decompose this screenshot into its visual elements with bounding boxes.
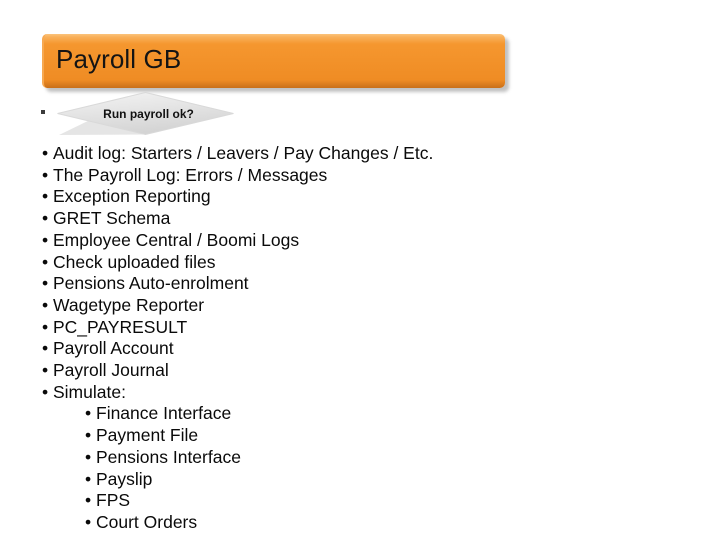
- bullet-item-label: Employee Central / Boomi Logs: [53, 229, 300, 250]
- bullet-item-label: Simulate:: [53, 381, 126, 402]
- bullet-item: • Pensions Interface: [42, 447, 662, 469]
- bullet-item: • GRET Schema: [42, 208, 662, 230]
- decision-shape-label: Run payroll ok?: [103, 106, 194, 121]
- bullet-item: • FPS: [42, 490, 662, 512]
- bullet-item: • Exception Reporting: [42, 186, 662, 208]
- bullet-item-label: FPS: [96, 490, 131, 511]
- bullet-item: • Audit log: Starters / Leavers / Pay Cha…: [42, 143, 662, 165]
- bullet-item-label: Pensions Auto-enrolment: [53, 273, 249, 294]
- bullet-marker-icon: •: [85, 403, 92, 424]
- bullet-item: • The Payroll Log: Errors / Messages: [42, 165, 662, 187]
- bullet-marker-icon: •: [85, 490, 92, 511]
- bullet-item: • Finance Interface: [42, 403, 662, 425]
- bullet-list: • Audit log: Starters / Leavers / Pay Cha…: [42, 143, 662, 534]
- page-title: Payroll GB: [56, 44, 182, 74]
- bullet-marker-icon: •: [42, 316, 49, 337]
- bullet-marker-icon: •: [85, 511, 92, 532]
- bullet-item: • Payment File: [42, 425, 662, 447]
- bullet-marker-icon: •: [42, 294, 49, 315]
- bullet-marker-icon: •: [42, 186, 49, 207]
- bullet-marker-icon: •: [42, 143, 49, 163]
- bullet-marker-icon: •: [42, 338, 49, 359]
- bullet-marker-icon: •: [42, 229, 49, 250]
- bullet-item-label: Pensions Interface: [96, 446, 241, 467]
- bullet-item: • Wagetype Reporter: [42, 295, 662, 317]
- bullet-item: • Simulate:: [42, 382, 662, 404]
- bullet-item: • Pensions Auto-enrolment: [42, 273, 662, 295]
- stray-bullet-marker: [41, 110, 45, 114]
- bullet-item-label: Court Orders: [96, 511, 198, 532]
- bullet-marker-icon: •: [42, 251, 49, 272]
- bullet-marker-icon: •: [42, 208, 49, 229]
- bullet-item-label: PC_PAYRESULT: [53, 316, 188, 337]
- bullet-item: • PC_PAYRESULT: [42, 317, 662, 339]
- slide-canvas: Payroll GB Run payroll ok? • Audit log: S…: [0, 0, 720, 540]
- bullet-item-label: Check uploaded files: [53, 251, 216, 272]
- bullet-marker-icon: •: [85, 468, 92, 489]
- bullet-item-label: Finance Interface: [96, 403, 232, 424]
- bullet-marker-icon: •: [42, 381, 49, 402]
- bullet-item-label: GRET Schema: [53, 208, 171, 229]
- bullet-item: • Payroll Account: [42, 338, 662, 360]
- bullet-item-label: Wagetype Reporter: [53, 294, 205, 315]
- bullet-item: • Employee Central / Boomi Logs: [42, 230, 662, 252]
- slide-title-bar: Payroll GB: [42, 34, 505, 88]
- bullet-marker-icon: •: [42, 164, 49, 185]
- bullet-item-label: Payment File: [96, 425, 199, 446]
- bullet-item: • Payroll Journal: [42, 360, 662, 382]
- bullet-item: • Payslip: [42, 469, 662, 491]
- bullet-marker-icon: •: [42, 273, 49, 294]
- bullet-marker-icon: •: [85, 425, 92, 446]
- bullet-item-label: Payroll Journal: [53, 360, 169, 381]
- bullet-item: • Check uploaded files: [42, 252, 662, 274]
- decision-shape: Run payroll ok?: [57, 92, 234, 135]
- bullet-item-label: Exception Reporting: [53, 186, 211, 207]
- bullet-item-label: The Payroll Log: Errors / Messages: [53, 164, 328, 185]
- bullet-marker-icon: •: [85, 446, 92, 467]
- bullet-item: • Court Orders: [42, 512, 662, 534]
- bullet-marker-icon: •: [42, 360, 49, 381]
- bullet-item-label: Payroll Account: [53, 338, 174, 359]
- bullet-item-label: Payslip: [96, 468, 153, 489]
- bullet-item-label: Audit log: Starters / Leavers / Pay Chan…: [53, 143, 434, 163]
